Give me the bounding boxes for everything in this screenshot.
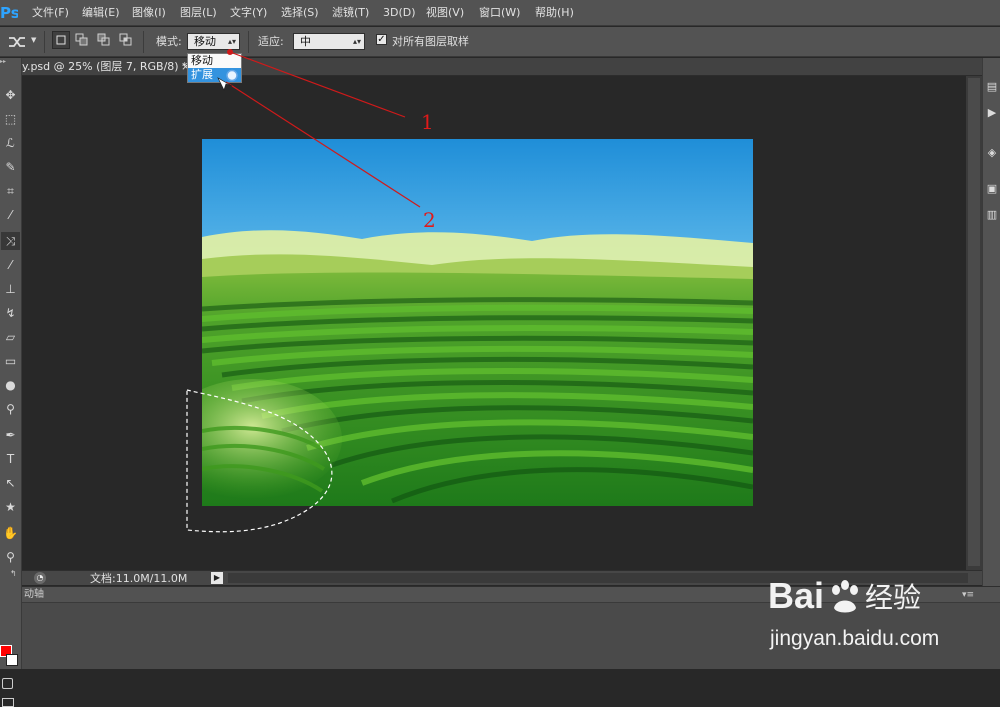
history-panel-icon[interactable]: ▤ [985,80,999,94]
watermark-brand-left: Bai [768,575,825,616]
watermark-url: jingyan.baidu.com [770,627,940,650]
quick-mask-icon[interactable] [2,678,13,689]
baidu-paw-icon [831,580,858,613]
annotation-label-1: 1 [421,110,434,134]
timeline-panel-title[interactable]: 动轴 [24,587,44,603]
right-panel-dock: ▤ ▶ ◈ ▣ ▥ [982,58,1000,586]
annotation-line-1 [229,51,406,118]
info-panel-icon[interactable]: ▥ [985,208,999,222]
annotation-line-2 [225,81,421,208]
status-menu-arrow-icon[interactable]: ▶ [211,572,223,584]
annotation-point-1 [227,49,233,55]
panel-menu-icon[interactable]: ▾≡ [962,587,974,603]
baidu-jingyan-logo: Bai 经验 [768,575,921,617]
actions-panel-icon[interactable]: ▶ [985,106,999,120]
screen-mode-icon[interactable] [2,698,14,707]
annotation-overlay [217,49,421,208]
layers-panel-icon[interactable]: ◈ [985,146,999,160]
annotation-label-2: 2 [423,208,436,232]
watermark-brand-right: 经验 [865,581,922,614]
document-size-info[interactable]: 文档:11.0M/11.0M [90,571,187,586]
properties-panel-icon[interactable]: ▣ [985,182,999,196]
zoom-level-icon[interactable]: ◔ [34,572,46,584]
